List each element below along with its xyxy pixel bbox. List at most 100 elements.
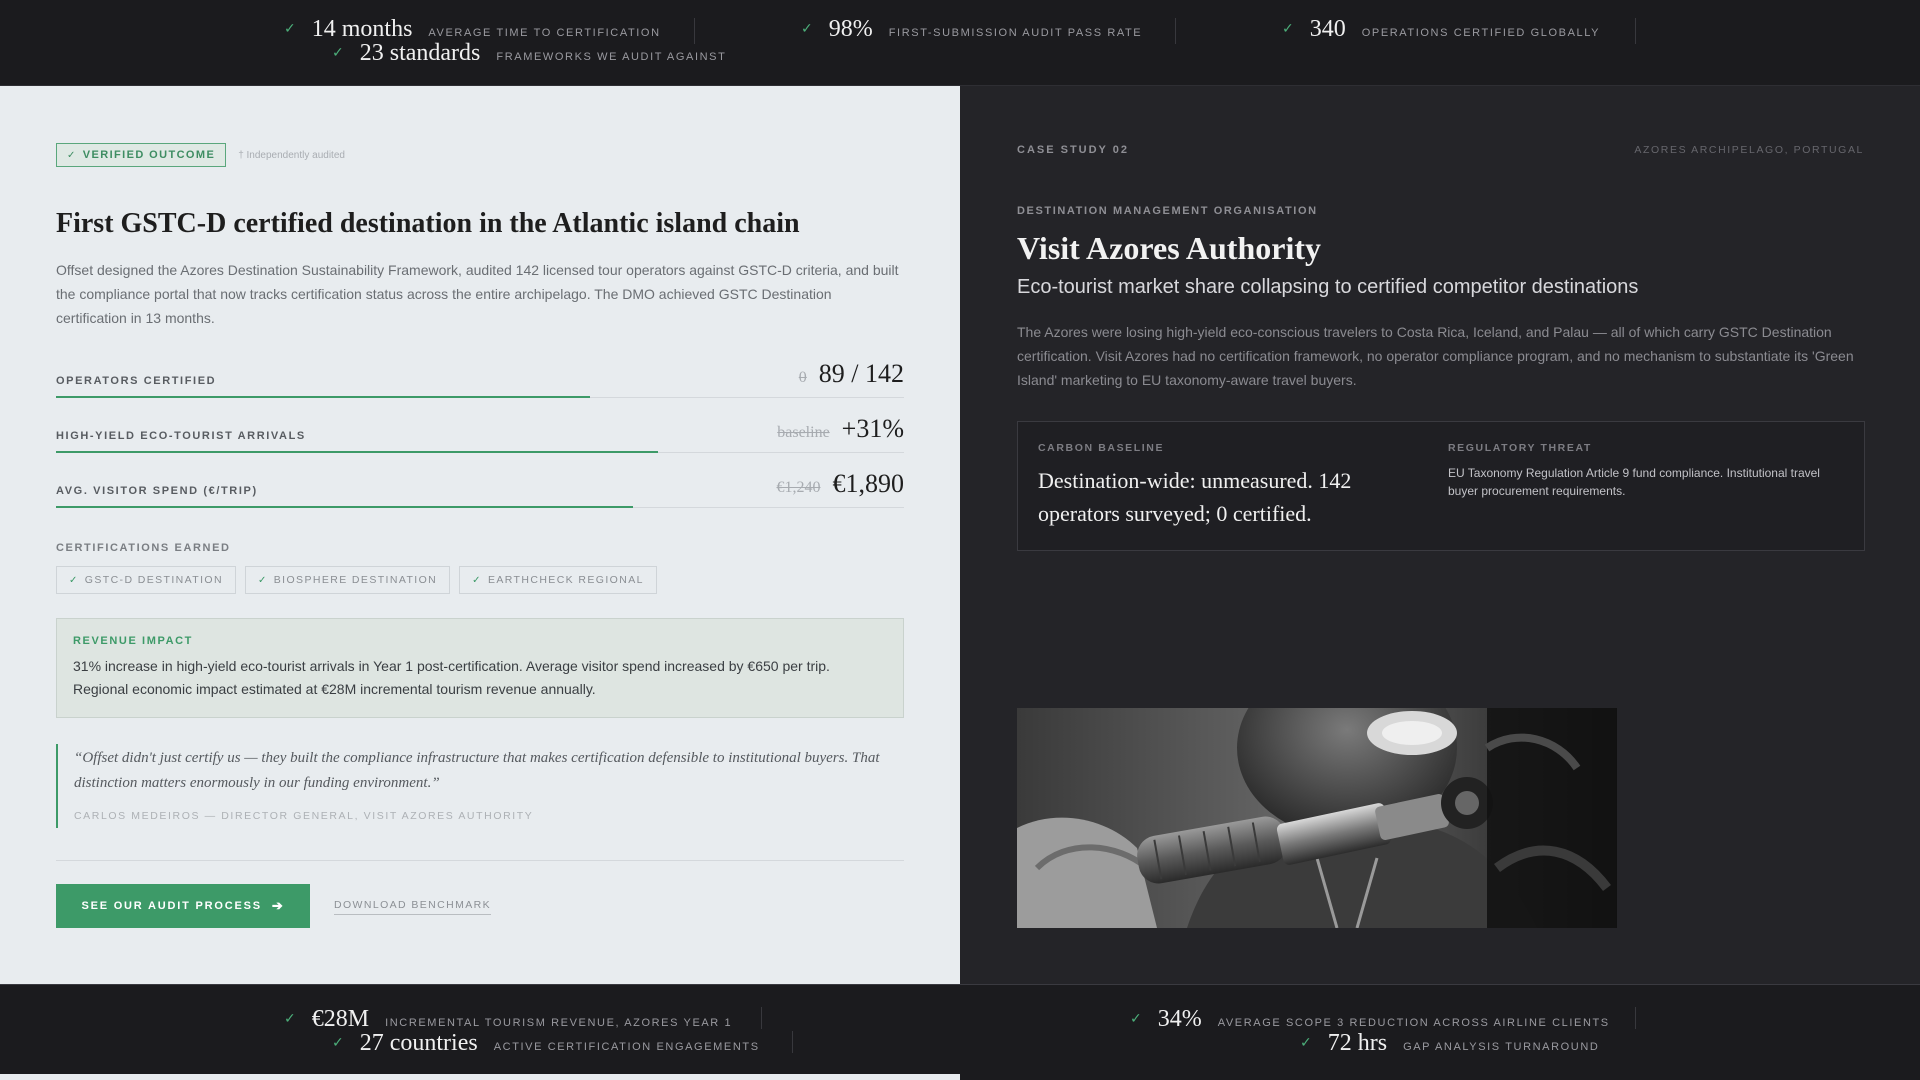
worker-tool-illustration xyxy=(1017,708,1617,928)
metric-progress-bar xyxy=(56,451,659,453)
stat-item: ✓ 14 months AVERAGE TIME TO CERTIFICATIO… xyxy=(284,16,661,43)
verified-badge: ✓ VERIFIED OUTCOME xyxy=(56,143,227,167)
metric-values: 0 89 / 142 xyxy=(799,359,904,389)
stat-label: OPERATIONS CERTIFIED GLOBALLY xyxy=(1361,27,1601,39)
carbon-baseline: CARBON BASELINE Destination-wide: unmeas… xyxy=(1038,442,1418,530)
divider xyxy=(761,1007,762,1029)
stat-item: ✓ 98% FIRST-SUBMISSION AUDIT PASS RATE xyxy=(801,16,1142,43)
outcome-panel: ✓ VERIFIED OUTCOME † Independently audit… xyxy=(0,86,960,984)
metric-old-value: 0 xyxy=(798,369,807,386)
bottom-stats-bar: ✓ €28M INCREMENTAL TOURISM REVENUE, AZOR… xyxy=(0,984,1920,1080)
revenue-text: 31% increase in high-yield eco-tourist a… xyxy=(73,658,830,697)
metric-values: baseline +31% xyxy=(777,414,904,444)
divider xyxy=(1635,18,1636,44)
stat-item: ✓ 340 OPERATIONS CERTIFIED GLOBALLY xyxy=(1282,16,1600,43)
check-icon: ✓ xyxy=(472,574,482,586)
quote-attribution: CARLOS MEDEIROS — DIRECTOR GENERAL, VISI… xyxy=(74,810,534,822)
see-audit-process-button[interactable]: SEE OUR AUDIT PROCESS ➔ xyxy=(56,884,310,928)
client-name: Visit Azores Authority xyxy=(1017,230,1321,266)
certification-chips: ✓ GSTC-D DESTINATION ✓ BIOSPHERE DESTINA… xyxy=(56,566,666,594)
metric-new-value: €1,890 xyxy=(832,469,905,498)
stat-label: AVERAGE TIME TO CERTIFICATION xyxy=(428,27,661,39)
stat-item: ✓ 23 standards FRAMEWORKS WE AUDIT AGAIN… xyxy=(332,40,726,67)
stat-label: GAP ANALYSIS TURNAROUND xyxy=(1403,1041,1600,1053)
stat-item: ✓ 72 hrs GAP ANALYSIS TURNAROUND xyxy=(1300,1030,1599,1057)
check-icon: ✓ xyxy=(801,20,813,36)
divider xyxy=(792,1031,793,1053)
regulatory-threat: REGULATORY THREAT EU Taxonomy Regulation… xyxy=(1448,442,1848,500)
metric-label: OPERATORS CERTIFIED xyxy=(56,375,217,387)
quote-text: “Offset didn't just certify us — they bu… xyxy=(74,750,880,791)
metric-row: HIGH-YIELD ECO-TOURIST ARRIVALS baseline… xyxy=(56,413,904,453)
divider xyxy=(1175,18,1176,44)
certification-chip: ✓ EARTHCHECK REGIONAL xyxy=(459,566,657,594)
metric-values: €1,240 €1,890 xyxy=(777,469,905,499)
stat-value: 98% xyxy=(828,16,873,42)
stat-value: 340 xyxy=(1309,16,1346,42)
stat-label: FIRST-SUBMISSION AUDIT PASS RATE xyxy=(888,27,1143,39)
check-icon: ✓ xyxy=(1282,20,1294,36)
chip-label: EARTHCHECK REGIONAL xyxy=(487,574,644,586)
baseline-info-box: CARBON BASELINE Destination-wide: unmeas… xyxy=(1017,421,1865,551)
metric-row: AVG. VISITOR SPEND (€/TRIP) €1,240 €1,89… xyxy=(56,468,904,508)
check-icon: ✓ xyxy=(67,149,77,161)
stat-item: ✓ €28M INCREMENTAL TOURISM REVENUE, AZOR… xyxy=(284,1006,732,1033)
case-study-label: CASE STUDY 02 xyxy=(1017,144,1129,156)
certification-chip: ✓ GSTC-D DESTINATION xyxy=(56,566,236,594)
metric-new-value: +31% xyxy=(841,414,904,443)
challenge-subtitle: Eco-tourist market share collapsing to c… xyxy=(1017,276,1639,298)
divider xyxy=(1635,1007,1636,1029)
panel-edge xyxy=(0,1074,960,1080)
check-icon: ✓ xyxy=(1130,1010,1142,1026)
testimonial-quote: “Offset didn't just certify us — they bu… xyxy=(56,744,904,828)
badge-label: VERIFIED OUTCOME xyxy=(82,149,216,161)
regulatory-threat-value: EU Taxonomy Regulation Article 9 fund co… xyxy=(1448,466,1820,498)
metric-label: HIGH-YIELD ECO-TOURIST ARRIVALS xyxy=(56,430,306,442)
chip-label: BIOSPHERE DESTINATION xyxy=(273,574,438,586)
case-study-panel: CASE STUDY 02 AZORES ARCHIPELAGO, PORTUG… xyxy=(960,86,1920,984)
metric-old-value: baseline xyxy=(777,424,830,441)
check-icon: ✓ xyxy=(257,574,268,586)
case-study-photo xyxy=(1017,708,1617,928)
outcome-description: Offset designed the Azores Destination S… xyxy=(56,262,899,326)
check-icon: ✓ xyxy=(332,1034,344,1050)
button-label: SEE OUR AUDIT PROCESS xyxy=(81,900,262,912)
stat-label: FRAMEWORKS WE AUDIT AGAINST xyxy=(496,51,727,63)
metric-old-value: €1,240 xyxy=(776,479,821,496)
case-study-location: AZORES ARCHIPELAGO, PORTUGAL xyxy=(1634,144,1864,156)
revenue-title: REVENUE IMPACT xyxy=(73,635,193,647)
stat-label: ACTIVE CERTIFICATION ENGAGEMENTS xyxy=(493,1041,760,1053)
stat-value: 27 countries xyxy=(359,1030,478,1056)
check-icon: ✓ xyxy=(284,20,296,36)
certification-chip: ✓ BIOSPHERE DESTINATION xyxy=(244,566,451,594)
chip-label: GSTC-D DESTINATION xyxy=(84,574,223,586)
check-icon: ✓ xyxy=(69,574,79,586)
revenue-impact-box: REVENUE IMPACT 31% increase in high-yiel… xyxy=(56,618,904,718)
download-benchmark-link[interactable]: DOWNLOAD BENCHMARK xyxy=(334,899,492,915)
stat-value: €28M xyxy=(311,1006,370,1032)
audit-footnote: † Independently audited xyxy=(238,149,345,161)
stat-item: ✓ 27 countries ACTIVE CERTIFICATION ENGA… xyxy=(332,1030,760,1057)
stat-label: INCREMENTAL TOURISM REVENUE, AZORES YEAR… xyxy=(385,1017,733,1029)
metric-label: AVG. VISITOR SPEND (€/TRIP) xyxy=(56,485,258,497)
stat-label: AVERAGE SCOPE 3 REDUCTION ACROSS AIRLINE… xyxy=(1217,1017,1610,1029)
arrow-right-icon: ➔ xyxy=(271,898,285,913)
check-icon: ✓ xyxy=(284,1010,296,1026)
badge-row: ✓ VERIFIED OUTCOME † Independently audit… xyxy=(56,143,345,167)
organisation-type: DESTINATION MANAGEMENT ORGANISATION xyxy=(1017,205,1318,217)
stat-item: ✓ 34% AVERAGE SCOPE 3 REDUCTION ACROSS A… xyxy=(1130,1006,1610,1033)
top-stats-bar: ✓ 14 months AVERAGE TIME TO CERTIFICATIO… xyxy=(0,0,1920,86)
check-icon: ✓ xyxy=(332,44,344,60)
stat-value: 72 hrs xyxy=(1327,1030,1388,1056)
outcome-title: First GSTC-D certified destination in th… xyxy=(56,208,800,239)
regulatory-threat-label: REGULATORY THREAT xyxy=(1448,442,1592,454)
stat-value: 34% xyxy=(1157,1006,1202,1032)
certifications-heading: CERTIFICATIONS EARNED xyxy=(56,542,231,554)
metric-new-value: 89 / 142 xyxy=(818,359,904,388)
challenge-description: The Azores were losing high-yield eco-co… xyxy=(1017,324,1854,388)
carbon-baseline-label: CARBON BASELINE xyxy=(1038,442,1165,454)
check-icon: ✓ xyxy=(1300,1034,1312,1050)
stat-value: 14 months xyxy=(311,16,413,42)
metric-progress-bar xyxy=(56,396,591,398)
metric-row: OPERATORS CERTIFIED 0 89 / 142 xyxy=(56,358,904,398)
